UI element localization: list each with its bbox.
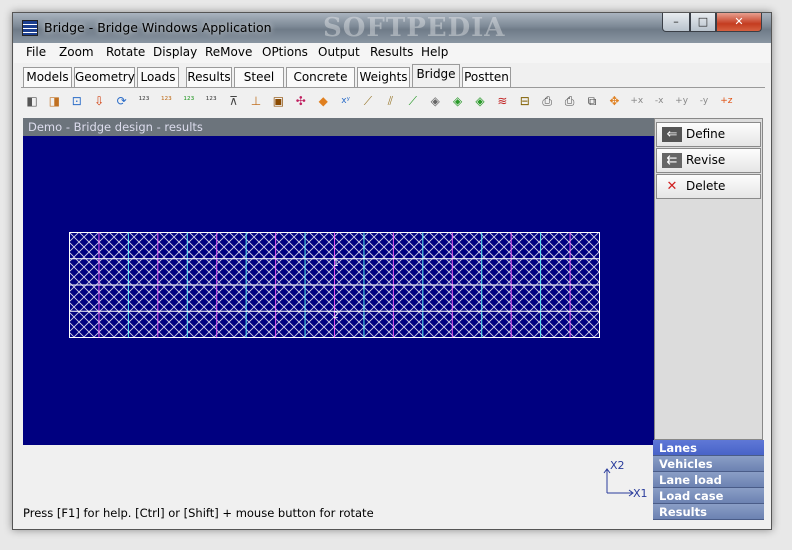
beam-green-icon[interactable]: ⟋ bbox=[404, 92, 422, 110]
numbers-support-icon[interactable]: ¹²³ bbox=[202, 92, 220, 110]
rotate-plus-y-icon[interactable]: +y bbox=[673, 92, 691, 110]
move-icon[interactable]: ✥ bbox=[605, 92, 623, 110]
rotate-icon[interactable]: ⟳ bbox=[113, 92, 131, 110]
action-panel: ⇐ Define ⇇ Revise ✕ Delete bbox=[654, 118, 763, 440]
sidenav-item-load-case[interactable]: Load case bbox=[653, 488, 764, 504]
tab-strip: Models Geometry Loads Results Steel Conc… bbox=[21, 64, 761, 88]
model-canvas[interactable]: 1 2 bbox=[23, 136, 654, 445]
delete-icon: ✕ bbox=[666, 179, 678, 194]
bridge-deck-mesh: 1 2 bbox=[69, 232, 600, 338]
document-title-bar: Demo - Bridge design - results bbox=[23, 118, 654, 136]
print-icon[interactable]: ⎙ bbox=[538, 92, 556, 110]
axis-x2-label: X2 bbox=[610, 459, 625, 472]
tab-postten[interactable]: Postten bbox=[462, 67, 511, 87]
status-bar: Press [F1] for help. [Ctrl] or [Shift] +… bbox=[23, 506, 374, 520]
cube-solid-icon[interactable]: ◨ bbox=[45, 92, 63, 110]
lane-2-label: 2 bbox=[333, 311, 339, 321]
watermark: SOFTPEDIA bbox=[323, 13, 506, 43]
plate-green-icon[interactable]: ◈ bbox=[449, 92, 467, 110]
menu-options[interactable]: OPtions bbox=[262, 45, 308, 59]
tab-concrete[interactable]: Concrete bbox=[286, 67, 355, 87]
axis-triad: X1 X2 bbox=[603, 459, 648, 499]
rotate-minus-y-icon[interactable]: -y bbox=[695, 92, 713, 110]
define-button[interactable]: ⇐ Define bbox=[656, 122, 761, 147]
numbers-bar-icon[interactable]: ¹²³ bbox=[157, 92, 175, 110]
minimize-button[interactable]: – bbox=[662, 13, 690, 32]
menu-file[interactable]: File bbox=[26, 45, 46, 59]
close-button[interactable]: ✕ bbox=[716, 13, 762, 32]
app-icon bbox=[22, 20, 38, 36]
menu-bar: File Zoom Rotate Display ReMove OPtions … bbox=[14, 43, 770, 63]
beam-load-icon[interactable]: ⫽ bbox=[381, 92, 399, 110]
toolbar: ◧ ◨ ⊡ ⇩ ⟳ ¹²³ ¹²³ ¹²³ ¹²³ ⊼ ⊥ ▣ ✣ ◆ xʸ ⟋ ⫽ ⟋ ◈ ◈ ◈ ≋ ⊟ ⎙ ⎙ ⧉ ✥ +x -x… bbox=[21, 92, 765, 114]
arrow-left-icon: ⇐ bbox=[662, 127, 682, 142]
tab-models[interactable]: Models bbox=[23, 67, 72, 87]
frame-icon[interactable]: ▣ bbox=[269, 92, 287, 110]
menu-zoom[interactable]: Zoom bbox=[59, 45, 94, 59]
arrow-down-icon[interactable]: ⇩ bbox=[90, 92, 108, 110]
menu-display[interactable]: Display bbox=[153, 45, 197, 59]
menu-output[interactable]: Output bbox=[318, 45, 360, 59]
xy-icon[interactable]: xʸ bbox=[337, 92, 355, 110]
tab-bridge[interactable]: Bridge bbox=[412, 64, 460, 87]
delete-button[interactable]: ✕ Delete bbox=[656, 174, 761, 199]
title-bar[interactable]: Bridge - Bridge Windows Application SOFT… bbox=[13, 13, 771, 43]
sidenav-item-lanes[interactable]: Lanes bbox=[653, 440, 764, 456]
zoom-box-icon[interactable]: ⊡ bbox=[68, 92, 86, 110]
tab-weights[interactable]: Weights bbox=[357, 67, 410, 87]
revise-label: Revise bbox=[686, 153, 726, 167]
sidenav-item-results[interactable]: Results bbox=[653, 504, 764, 520]
tab-geometry[interactable]: Geometry bbox=[74, 67, 135, 87]
application-window: Bridge - Bridge Windows Application SOFT… bbox=[12, 12, 772, 530]
menu-remove[interactable]: ReMove bbox=[205, 45, 252, 59]
hinge-icon[interactable]: ⊥ bbox=[247, 92, 265, 110]
wave-icon[interactable]: ≋ bbox=[493, 92, 511, 110]
tab-steel[interactable]: Steel bbox=[234, 67, 284, 87]
box-icon[interactable]: ◆ bbox=[314, 92, 332, 110]
numbers-green-icon[interactable]: ¹²³ bbox=[180, 92, 198, 110]
side-nav: Lanes Vehicles Lane load Load case Resul… bbox=[653, 440, 764, 521]
menu-rotate[interactable]: Rotate bbox=[106, 45, 145, 59]
plate-add-icon[interactable]: ◈ bbox=[471, 92, 489, 110]
tab-divider bbox=[21, 87, 765, 88]
nodes-icon[interactable]: ✣ bbox=[292, 92, 310, 110]
tab-loads[interactable]: Loads bbox=[137, 67, 179, 87]
revise-button[interactable]: ⇇ Revise bbox=[656, 148, 761, 173]
lane-1-label: 1 bbox=[333, 259, 339, 269]
rotate-minus-x-icon[interactable]: -x bbox=[650, 92, 668, 110]
lower-panel bbox=[23, 445, 654, 509]
sidenav-item-vehicles[interactable]: Vehicles bbox=[653, 456, 764, 472]
copy-icon[interactable]: ⧉ bbox=[583, 92, 601, 110]
beam-icon[interactable]: ⟋ bbox=[359, 92, 377, 110]
cube-view-icon[interactable]: ◧ bbox=[23, 92, 41, 110]
print-preview-icon[interactable]: ⎙ bbox=[561, 92, 579, 110]
menu-help[interactable]: Help bbox=[421, 45, 448, 59]
rotate-plus-x-icon[interactable]: +x bbox=[628, 92, 646, 110]
define-label: Define bbox=[686, 127, 726, 141]
window-title: Bridge - Bridge Windows Application bbox=[44, 20, 272, 35]
tab-results[interactable]: Results bbox=[186, 67, 232, 87]
plate-icon[interactable]: ◈ bbox=[426, 92, 444, 110]
numbers-icon[interactable]: ¹²³ bbox=[135, 92, 153, 110]
delete-label: Delete bbox=[686, 179, 726, 193]
rotate-plus-z-icon[interactable]: +z bbox=[717, 92, 735, 110]
spring-icon[interactable]: ⊟ bbox=[516, 92, 534, 110]
revise-icon: ⇇ bbox=[662, 153, 682, 168]
axis-x1-label: X1 bbox=[633, 487, 648, 499]
menu-results[interactable]: Results bbox=[370, 45, 413, 59]
truss-icon[interactable]: ⊼ bbox=[225, 92, 243, 110]
sidenav-item-lane-load[interactable]: Lane load bbox=[653, 472, 764, 488]
maximize-button[interactable]: □ bbox=[690, 13, 716, 32]
